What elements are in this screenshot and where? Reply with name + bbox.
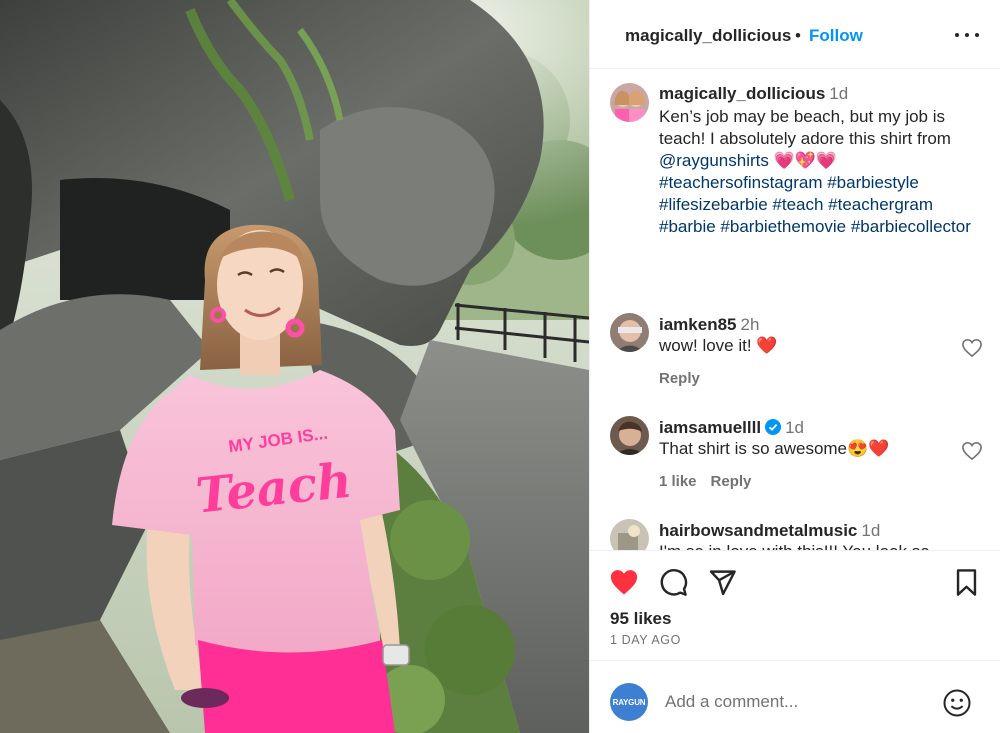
likes-count[interactable]: 95 likes <box>610 609 671 629</box>
post-caption: magically_dollicious 1d Ken’s job may be … <box>659 83 984 238</box>
post-photo[interactable]: MY JOB IS... Teach <box>0 0 589 733</box>
post-author-username[interactable]: magically_dollicious <box>625 26 791 46</box>
bookmark-icon[interactable] <box>952 568 982 598</box>
separator-dot: • <box>795 26 801 45</box>
like-comment-heart-icon[interactable] <box>961 441 983 461</box>
comment-text: wow! love it! ❤️ <box>659 336 778 355</box>
reply-button[interactable]: Reply <box>711 473 752 490</box>
comment-icon[interactable] <box>659 568 689 598</box>
comment-username[interactable]: hairbowsandmetalmusic <box>659 521 857 540</box>
commenter-avatar[interactable] <box>610 416 649 455</box>
comment-time[interactable]: 1d <box>785 418 804 437</box>
post-details-panel: magically_dollicious • Follow magically_… <box>589 0 1000 733</box>
like-comment-heart-icon[interactable] <box>961 338 983 358</box>
post-header: magically_dollicious • Follow <box>590 0 1000 69</box>
caption-text: Ken’s job may be beach, but my job is te… <box>659 107 951 148</box>
commenter-avatar[interactable] <box>610 313 649 352</box>
caption-mention-link[interactable]: @raygunshirts <box>659 151 769 170</box>
share-icon[interactable] <box>708 568 738 598</box>
caption-time[interactable]: 1d <box>829 84 848 103</box>
verified-badge-icon <box>765 419 782 435</box>
commenter-avatar[interactable] <box>610 519 649 550</box>
comment-time[interactable]: 2h <box>741 315 760 334</box>
comment-text: That shirt is so awesome😍❤️ <box>659 439 890 458</box>
post-actions-bar: 95 likes 1 DAY AGO <box>590 550 1000 660</box>
follow-button[interactable]: Follow <box>809 26 863 46</box>
current-user-avatar: RAYGUN <box>610 683 648 721</box>
more-options-icon[interactable] <box>952 22 982 46</box>
reply-button[interactable]: Reply <box>659 370 700 387</box>
heart-filled-icon[interactable] <box>609 568 639 598</box>
comments-list[interactable]: magically_dollicious 1d Ken’s job may be … <box>590 70 1000 550</box>
caption-emojis: 💗💖💗 <box>768 151 838 170</box>
caption-username[interactable]: magically_dollicious <box>659 84 825 103</box>
add-comment-bar: RAYGUN <box>590 660 1000 733</box>
comment-input[interactable] <box>665 689 925 715</box>
caption-author-avatar[interactable] <box>610 83 649 122</box>
comment-time[interactable]: 1d <box>861 521 880 540</box>
comment-username[interactable]: iamsamuellll <box>659 418 761 437</box>
comment-likes-count[interactable]: 1 like <box>659 473 697 490</box>
post-timestamp[interactable]: 1 DAY AGO <box>610 633 681 647</box>
comment-text: I'm so in love with this!!! You look so <box>659 541 979 550</box>
caption-hashtags[interactable]: #teachersofinstagram #barbiestyle #lifes… <box>659 173 971 236</box>
post-image: MY JOB IS... Teach <box>0 0 589 733</box>
comment-username[interactable]: iamken85 <box>659 315 737 334</box>
emoji-icon[interactable] <box>942 688 972 718</box>
